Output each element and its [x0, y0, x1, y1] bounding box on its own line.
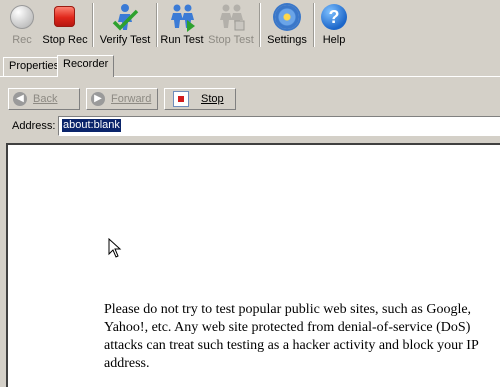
address-input[interactable]: about:blank	[58, 116, 500, 136]
tab-strip: Properties Recorder	[0, 51, 500, 77]
address-value: about:blank	[62, 119, 121, 132]
verify-test-icon	[110, 2, 140, 32]
tab-label: Recorder	[63, 58, 109, 70]
stop-rec-button[interactable]: Stop Rec	[42, 2, 88, 48]
settings-gear-icon	[272, 2, 302, 32]
stop-label: Stop	[201, 93, 224, 105]
stop-page-icon	[173, 91, 189, 107]
back-button[interactable]: ◀ Back	[8, 88, 80, 110]
back-arrow-icon: ◀	[13, 92, 27, 106]
help-label: Help	[322, 34, 346, 46]
stop-test-label: Stop Test	[208, 34, 254, 46]
toolbar: Rec Stop Rec Verify Test Run Test Stop T…	[0, 0, 500, 51]
address-label: Address:	[12, 120, 56, 132]
settings-label: Settings	[267, 34, 307, 46]
stop-test-icon	[216, 2, 246, 32]
run-test-button[interactable]: Run Test	[160, 2, 204, 48]
forward-label: Forward	[111, 93, 152, 105]
rec-label: Rec	[12, 34, 32, 46]
verify-test-button[interactable]: Verify Test	[97, 2, 153, 48]
rec-button[interactable]: Rec	[6, 2, 38, 48]
forward-button[interactable]: ▶ Forward	[86, 88, 158, 110]
settings-button[interactable]: Settings	[264, 2, 310, 48]
warning-notice: Please do not try to test popular public…	[104, 302, 479, 371]
run-test-label: Run Test	[160, 34, 204, 46]
toolbar-separator	[92, 3, 94, 47]
tab-recorder[interactable]: Recorder	[57, 55, 115, 77]
stop-rec-label: Stop Rec	[42, 34, 88, 46]
mouse-cursor-icon	[108, 238, 122, 258]
record-icon	[7, 2, 37, 32]
tab-label: Properties	[9, 60, 60, 72]
help-icon: ?	[319, 2, 349, 32]
toolbar-separator	[313, 3, 315, 47]
stop-test-button[interactable]: Stop Test	[208, 2, 254, 48]
tab-properties[interactable]: Properties	[3, 57, 66, 77]
help-button[interactable]: ? Help	[318, 2, 350, 48]
run-test-icon	[167, 2, 197, 32]
verify-test-label: Verify Test	[99, 34, 151, 46]
back-label: Back	[33, 93, 58, 105]
stop-button[interactable]: Stop	[164, 88, 236, 110]
forward-arrow-icon: ▶	[91, 92, 105, 106]
stop-record-icon	[50, 2, 80, 32]
toolbar-separator	[156, 3, 158, 47]
toolbar-separator	[259, 3, 261, 47]
